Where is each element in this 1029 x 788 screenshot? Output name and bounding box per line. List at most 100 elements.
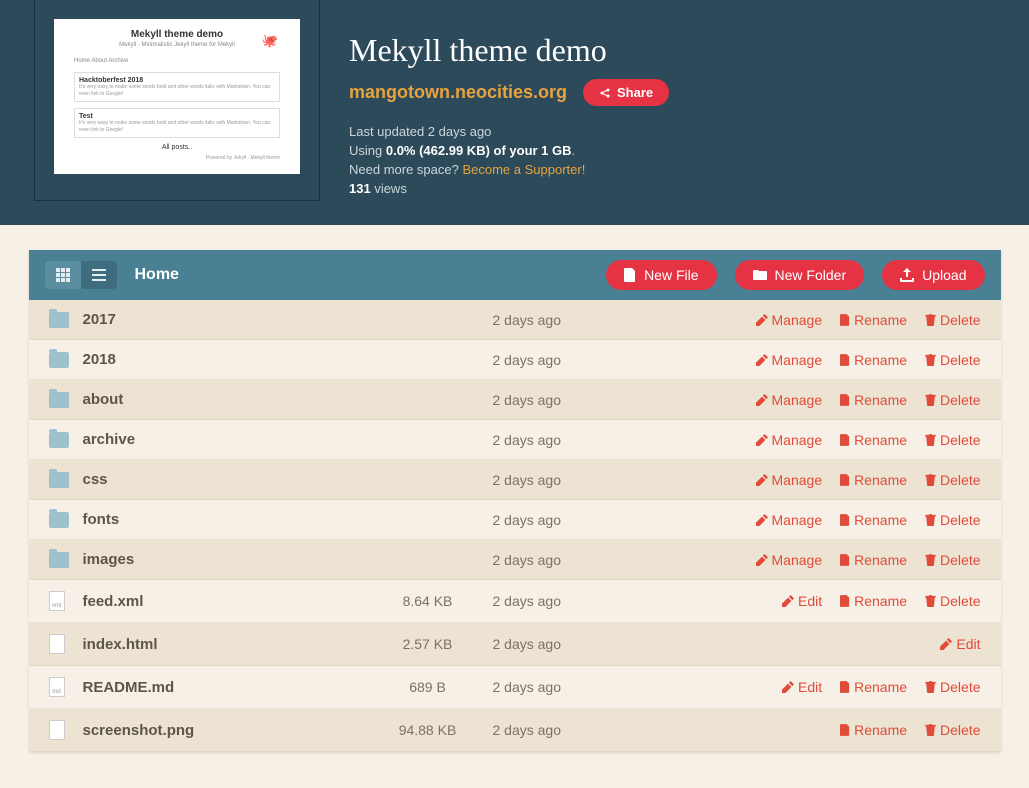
- file-date: 2 days ago: [493, 472, 643, 488]
- rename-action[interactable]: Rename: [840, 512, 907, 528]
- file-actions: Manage Rename Delete: [643, 432, 981, 448]
- grid-view-button[interactable]: [45, 261, 81, 289]
- file-size: 94.88 KB: [363, 722, 493, 738]
- file-name[interactable]: about: [83, 391, 363, 408]
- file-date: 2 days ago: [493, 722, 643, 738]
- thumb-title: Mekyll theme demo: [74, 29, 280, 40]
- file-date: 2 days ago: [493, 392, 643, 408]
- site-title: Mekyll theme demo: [349, 32, 669, 69]
- file-name[interactable]: archive: [83, 431, 363, 448]
- file-actions: Edit: [643, 636, 981, 652]
- rename-icon: [840, 514, 850, 526]
- thumb-subtitle: Mekyll - Minimalistic Jekyll theme for M…: [74, 42, 280, 48]
- file-name[interactable]: 2018: [83, 351, 363, 368]
- rename-action[interactable]: Rename: [840, 432, 907, 448]
- delete-action[interactable]: Delete: [925, 432, 980, 448]
- manage-action[interactable]: Manage: [756, 552, 823, 568]
- file-date: 2 days ago: [493, 593, 643, 609]
- delete-icon: [925, 514, 936, 526]
- new-file-button[interactable]: New File: [606, 260, 716, 290]
- file-type-icon: [49, 634, 65, 654]
- rename-action[interactable]: Rename: [840, 593, 907, 609]
- manage-action[interactable]: Manage: [756, 392, 823, 408]
- rename-action[interactable]: Rename: [840, 552, 907, 568]
- manage-action[interactable]: Manage: [756, 432, 823, 448]
- rename-action[interactable]: Rename: [840, 679, 907, 695]
- list-icon: [92, 268, 106, 282]
- folder-icon: [49, 432, 69, 448]
- file-panel: Home New File New Folder Upload 2017 2 da…: [29, 250, 1001, 752]
- site-thumbnail-card: 🐙 Mekyll theme demo Mekyll - Minimalisti…: [35, 0, 319, 200]
- folder-icon: [49, 312, 69, 328]
- last-updated: Last updated 2 days ago: [349, 124, 669, 139]
- file-name[interactable]: index.html: [83, 636, 363, 653]
- file-name[interactable]: README.md: [83, 679, 363, 696]
- file-actions: Rename Delete: [643, 722, 981, 738]
- delete-action[interactable]: Delete: [925, 312, 980, 328]
- file-row: xmlfeed.xml8.64 KB2 days ago Edit Rename…: [29, 580, 1001, 623]
- file-date: 2 days ago: [493, 352, 643, 368]
- delete-icon: [925, 394, 936, 406]
- manage-action[interactable]: Manage: [756, 472, 823, 488]
- rename-action[interactable]: Rename: [840, 472, 907, 488]
- file-icon: [624, 268, 636, 282]
- manage-action[interactable]: Manage: [756, 512, 823, 528]
- file-row: archive2 days ago Manage Rename Delete: [29, 420, 1001, 460]
- file-date: 2 days ago: [493, 512, 643, 528]
- delete-icon: [925, 434, 936, 446]
- new-folder-button[interactable]: New Folder: [735, 260, 865, 290]
- rename-action[interactable]: Rename: [840, 722, 907, 738]
- rename-action[interactable]: Rename: [840, 352, 907, 368]
- upload-button[interactable]: Upload: [882, 260, 984, 290]
- delete-action[interactable]: Delete: [925, 552, 980, 568]
- thumb-nav: Home About Archive: [74, 58, 280, 64]
- list-view-button[interactable]: [81, 261, 117, 289]
- manage-icon: [756, 314, 768, 326]
- manage-action[interactable]: Manage: [756, 352, 823, 368]
- folder-icon: [49, 512, 69, 528]
- file-date: 2 days ago: [493, 679, 643, 695]
- delete-icon: [925, 681, 936, 693]
- file-row: fonts 2 days ago Manage Rename Delete: [29, 500, 1001, 540]
- delete-action[interactable]: Delete: [925, 472, 980, 488]
- supporter-link[interactable]: Become a Supporter!: [462, 162, 585, 177]
- site-url-link[interactable]: mangotown.neocities.org: [349, 82, 567, 103]
- file-name[interactable]: 2017: [83, 311, 363, 328]
- site-info: Mekyll theme demo mangotown.neocities.or…: [349, 0, 669, 200]
- views-line: 131 views: [349, 181, 669, 196]
- edit-action[interactable]: Edit: [940, 636, 980, 652]
- edit-icon: [940, 638, 952, 650]
- delete-action[interactable]: Delete: [925, 722, 980, 738]
- manage-icon: [756, 354, 768, 366]
- share-button[interactable]: Share: [583, 79, 669, 106]
- rename-icon: [840, 724, 850, 736]
- folder-icon: [49, 552, 69, 568]
- file-name[interactable]: feed.xml: [83, 593, 363, 610]
- file-name[interactable]: fonts: [83, 511, 363, 528]
- delete-action[interactable]: Delete: [925, 392, 980, 408]
- folder-icon: [49, 352, 69, 368]
- rename-action[interactable]: Rename: [840, 392, 907, 408]
- delete-action[interactable]: Delete: [925, 679, 980, 695]
- delete-action[interactable]: Delete: [925, 593, 980, 609]
- file-row: about 2 days ago Manage Rename Delete: [29, 380, 1001, 420]
- delete-action[interactable]: Delete: [925, 352, 980, 368]
- manage-action[interactable]: Manage: [756, 312, 823, 328]
- file-row: mdREADME.md689 B2 days ago Edit Rename D…: [29, 666, 1001, 709]
- breadcrumb[interactable]: Home: [135, 266, 179, 284]
- file-name[interactable]: css: [83, 471, 363, 488]
- file-actions: Manage Rename Delete: [643, 392, 981, 408]
- edit-action[interactable]: Edit: [782, 679, 822, 695]
- delete-action[interactable]: Delete: [925, 512, 980, 528]
- rename-action[interactable]: Rename: [840, 312, 907, 328]
- delete-icon: [925, 354, 936, 366]
- site-thumbnail[interactable]: 🐙 Mekyll theme demo Mekyll - Minimalisti…: [54, 19, 300, 174]
- edit-action[interactable]: Edit: [782, 593, 822, 609]
- file-name[interactable]: images: [83, 551, 363, 568]
- rename-icon: [840, 595, 850, 607]
- file-actions: Manage Rename Delete: [643, 312, 981, 328]
- file-row: css 2 days ago Manage Rename Delete: [29, 460, 1001, 500]
- folder-icon: [49, 392, 69, 408]
- file-list: 2017 2 days ago Manage Rename Delete 2018 2…: [29, 300, 1001, 752]
- file-name[interactable]: screenshot.png: [83, 722, 363, 739]
